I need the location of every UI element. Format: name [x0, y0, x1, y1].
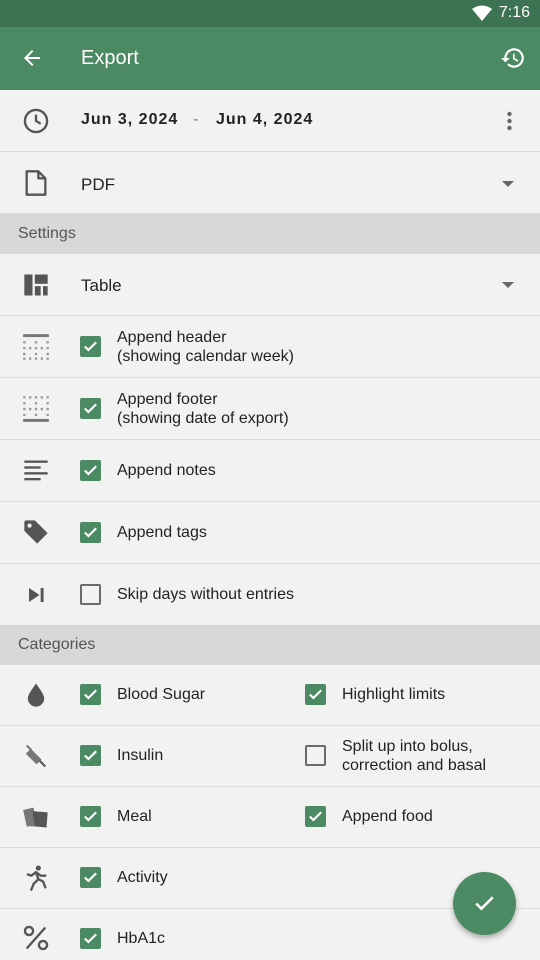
categories-header-label: Categories	[18, 636, 96, 653]
blood-sugar-label: Blood Sugar	[117, 686, 206, 703]
clock-icon	[23, 108, 49, 134]
settings-header-label: Settings	[18, 225, 76, 242]
append-footer-row[interactable]: Append footer (showing date of export)	[0, 378, 540, 440]
category-blood-sugar-row[interactable]: Blood Sugar Highlight limits	[0, 665, 540, 726]
append-tags-checkbox[interactable]	[80, 522, 101, 543]
skip-days-row[interactable]: Skip days without entries	[0, 564, 540, 626]
highlight-limits-label: Highlight limits	[342, 686, 446, 703]
skip-days-checkbox[interactable]	[80, 584, 101, 605]
syringe-icon	[25, 744, 47, 768]
append-header-checkbox[interactable]	[80, 336, 101, 357]
append-food-label: Append food	[342, 808, 433, 825]
append-footer-checkbox[interactable]	[80, 398, 101, 419]
category-meal-row[interactable]: Meal Append food	[0, 787, 540, 848]
split-up-sublabel: correction and basal	[342, 757, 487, 774]
split-up-checkbox[interactable]	[305, 745, 326, 766]
append-notes-row[interactable]: Append notes	[0, 440, 540, 502]
append-notes-label: Append notes	[117, 462, 216, 479]
tag-icon	[24, 520, 48, 544]
format-dropdown-icon[interactable]	[502, 181, 514, 187]
insulin-checkbox[interactable]	[80, 745, 101, 766]
split-up-label: Split up into bolus,	[342, 738, 473, 755]
check-icon	[475, 896, 494, 911]
categories-section-header: Categories	[0, 625, 540, 665]
format-row[interactable]: PDF	[0, 152, 540, 214]
append-tags-label: Append tags	[117, 524, 207, 541]
date-from[interactable]: Jun 3, 2024	[81, 111, 178, 129]
date-separator: -	[193, 111, 199, 128]
back-arrow-icon[interactable]	[20, 46, 44, 70]
percent-icon	[23, 925, 49, 951]
layout-dropdown-icon[interactable]	[502, 282, 514, 288]
skip-days-label: Skip days without entries	[117, 586, 294, 603]
append-header-row[interactable]: Append header (showing calendar week)	[0, 316, 540, 378]
layout-value[interactable]: Table	[81, 276, 122, 296]
blood-sugar-checkbox[interactable]	[80, 684, 101, 705]
skip-next-icon	[29, 588, 44, 602]
running-icon	[26, 865, 47, 891]
settings-section-header: Settings	[0, 214, 540, 254]
layout-row[interactable]: Table	[0, 254, 540, 316]
meal-icon	[23, 807, 48, 828]
date-range-row[interactable]: Jun 3, 2024 - Jun 4, 2024	[0, 90, 540, 152]
format-value[interactable]: PDF	[81, 175, 115, 195]
hba1c-label: HbA1c	[117, 930, 166, 947]
category-insulin-row[interactable]: Insulin Split up into bolus, correction …	[0, 726, 540, 787]
append-food-checkbox[interactable]	[305, 806, 326, 827]
append-footer-sublabel: (showing date of export)	[117, 410, 289, 427]
history-icon[interactable]	[500, 45, 526, 71]
highlight-limits-checkbox[interactable]	[305, 684, 326, 705]
notes-icon	[24, 460, 48, 481]
page-title: Export	[81, 47, 139, 69]
table-layout-icon	[24, 274, 48, 296]
insulin-label: Insulin	[117, 747, 164, 764]
file-icon	[25, 170, 47, 196]
confirm-export-button[interactable]	[453, 872, 516, 935]
append-footer-label: Append footer	[117, 391, 218, 408]
append-notes-checkbox[interactable]	[80, 460, 101, 481]
hba1c-checkbox[interactable]	[80, 928, 101, 949]
border-top-icon	[23, 334, 49, 360]
app-bar: Export	[0, 27, 540, 90]
activity-label: Activity	[117, 869, 168, 886]
border-bottom-icon	[23, 396, 49, 422]
meal-checkbox[interactable]	[80, 806, 101, 827]
status-bar: 7:16	[0, 0, 540, 27]
drop-icon	[27, 683, 45, 707]
append-header-label: Append header	[117, 329, 227, 346]
append-tags-row[interactable]: Append tags	[0, 502, 540, 564]
wifi-icon	[472, 5, 492, 21]
activity-checkbox[interactable]	[80, 867, 101, 888]
more-vert-icon[interactable]	[507, 111, 512, 131]
append-header-sublabel: (showing calendar week)	[117, 348, 294, 365]
date-to[interactable]: Jun 4, 2024	[216, 111, 313, 129]
status-time: 7:16	[498, 4, 530, 21]
meal-label: Meal	[117, 808, 152, 825]
